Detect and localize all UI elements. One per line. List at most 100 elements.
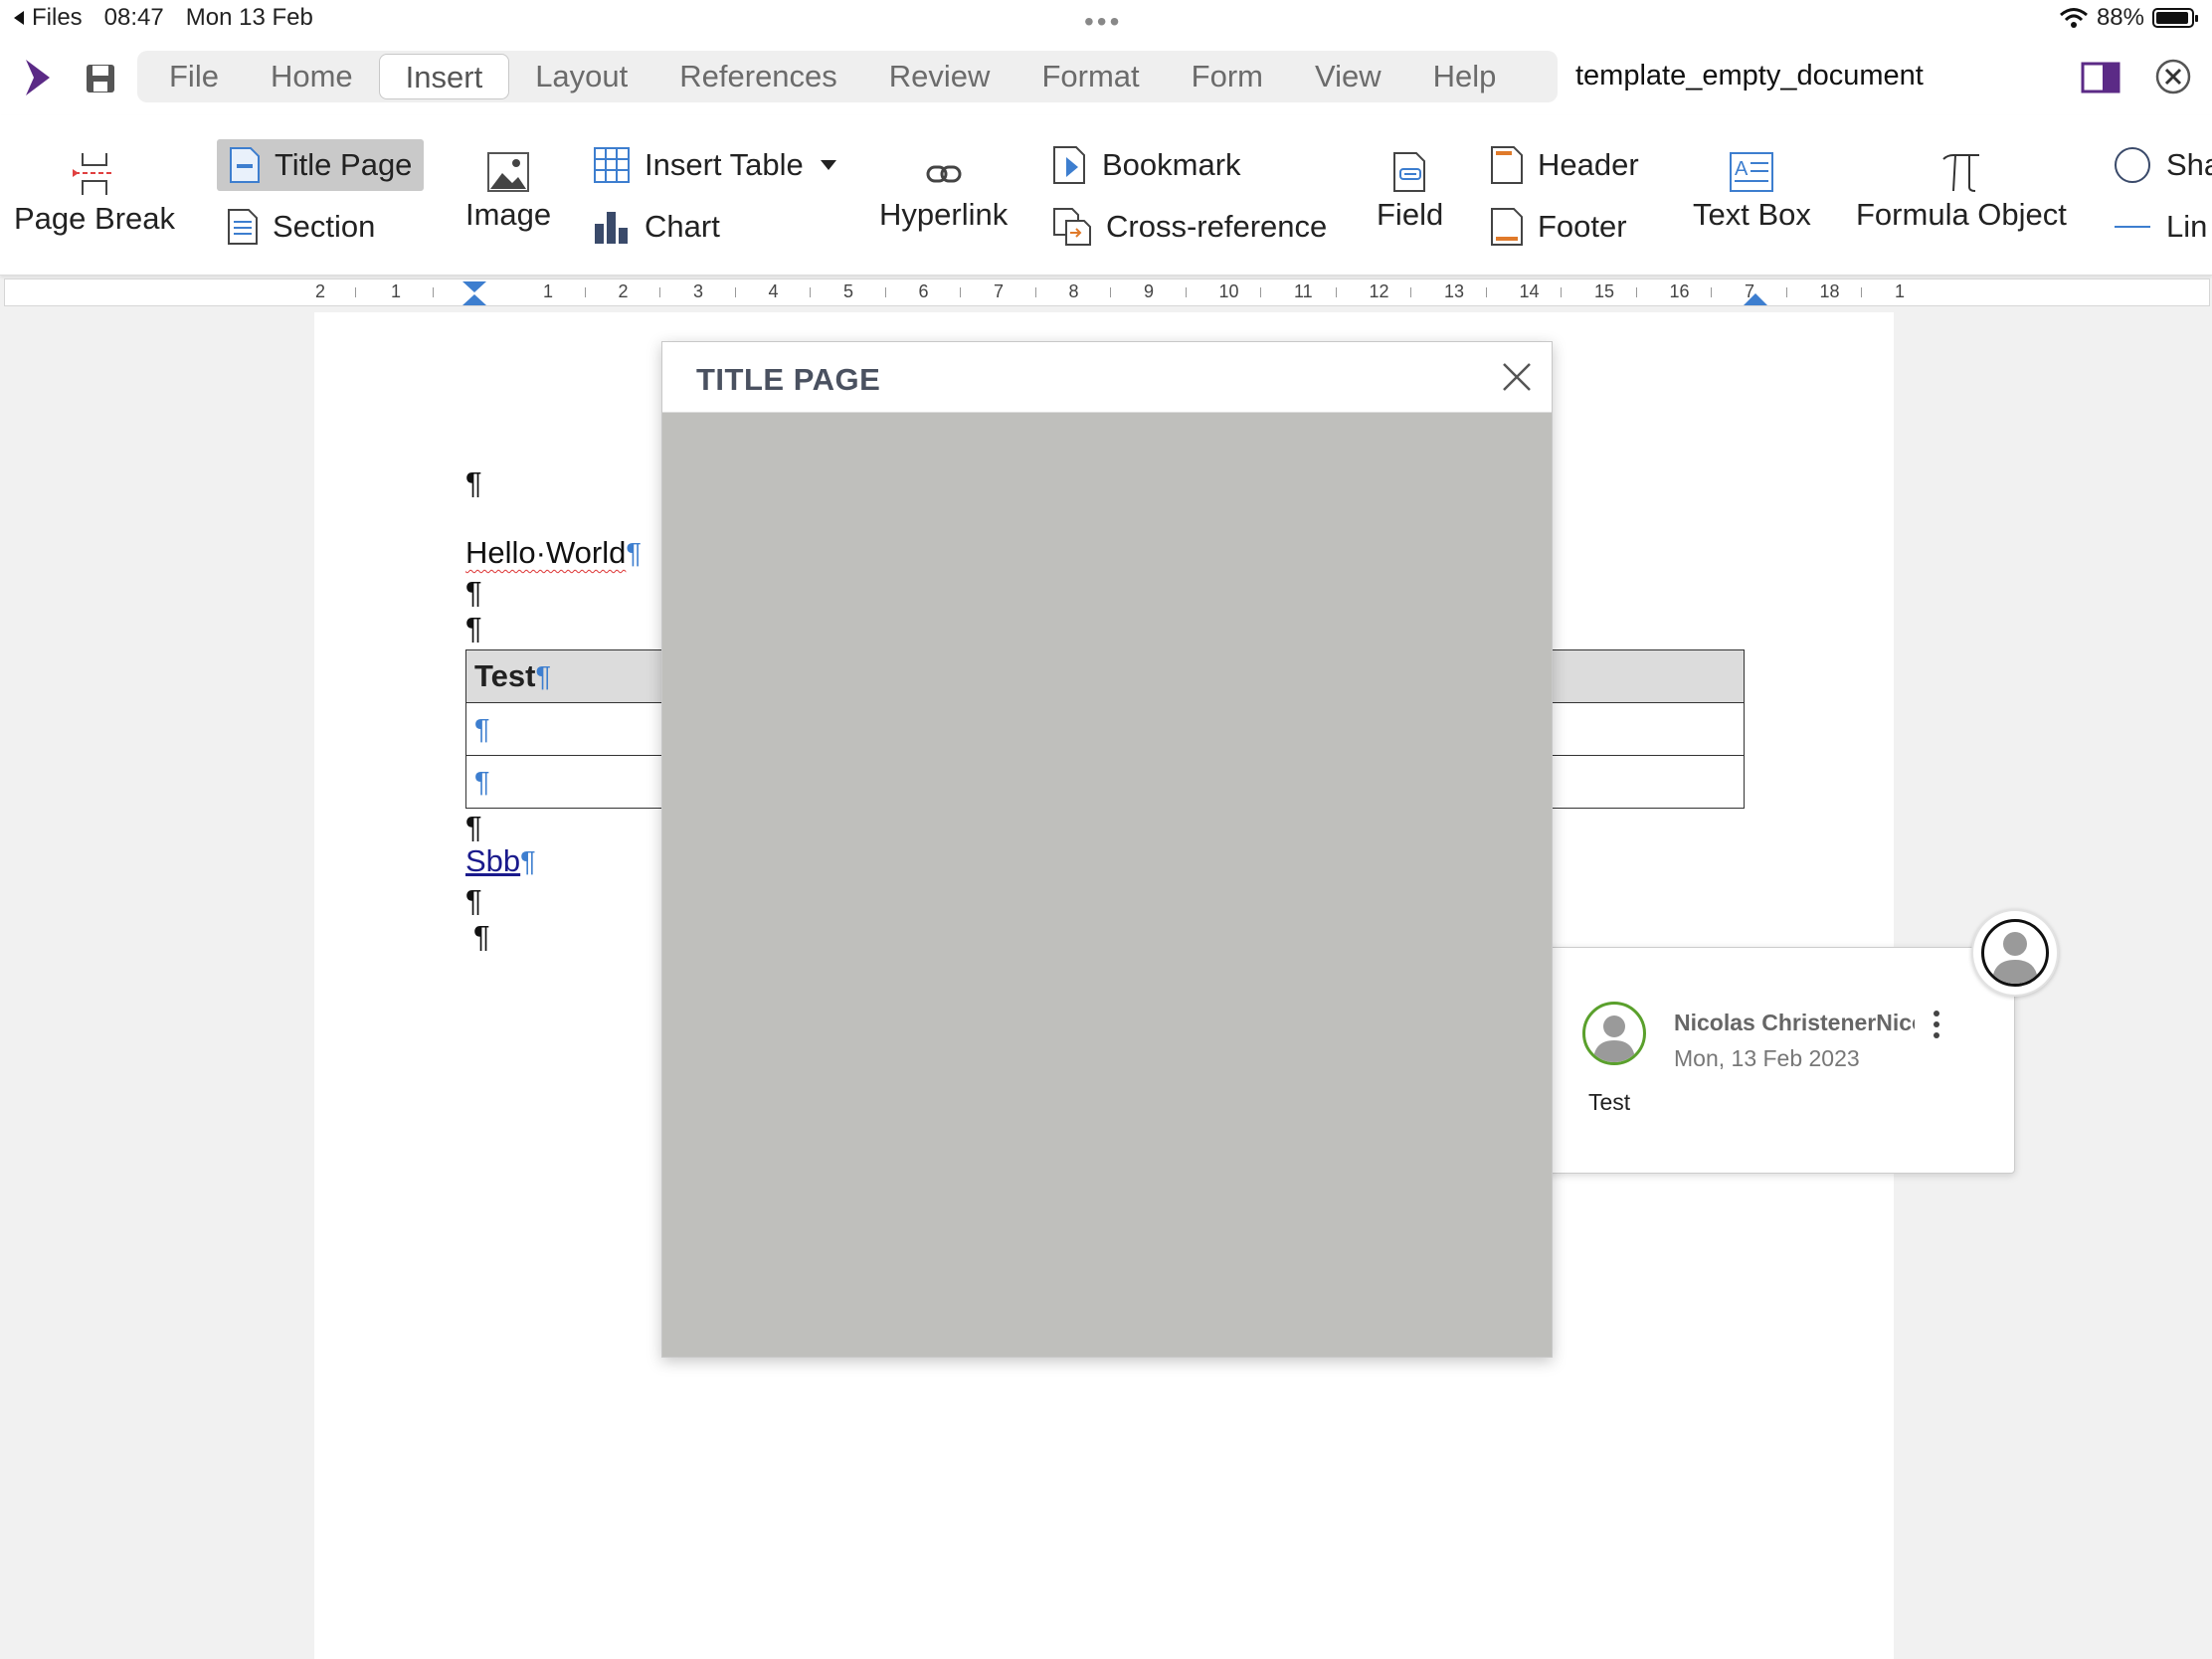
empty-paragraph[interactable]: ¶ (465, 575, 482, 611)
ruler-tick (659, 287, 661, 297)
link-paragraph[interactable]: Sbb¶ (465, 843, 536, 879)
menu-bar: File Home Insert Layout References Revie… (0, 40, 2212, 115)
title-page-dialog: TITLE PAGE (661, 341, 1553, 1358)
battery-percent: 88% (2096, 4, 2144, 31)
ruler-label: 10 (1218, 281, 1239, 301)
link-icon (926, 165, 962, 183)
empty-paragraph[interactable]: ¶ (473, 919, 490, 955)
ruler-label: 9 (1144, 281, 1155, 301)
hello-world-text: Hello·World (465, 535, 627, 570)
ruler-tick (960, 287, 962, 297)
ios-status-bar: Files 08:47 Mon 13 Feb ••• 88% (0, 0, 2212, 40)
section-button[interactable]: Section (227, 201, 375, 253)
menu-home[interactable]: Home (245, 54, 379, 99)
ruler-tick (1110, 287, 1112, 297)
pilcrow-mark: ¶ (535, 661, 552, 693)
menu-view[interactable]: View (1289, 54, 1407, 99)
ruler-tick (1335, 287, 1337, 297)
image-icon (487, 152, 530, 192)
ruler-label: 11 (1294, 281, 1313, 301)
app-logo-icon[interactable] (22, 58, 54, 97)
chart-label: Chart (645, 209, 720, 244)
field-label: Field (1377, 197, 1444, 232)
comment-card[interactable]: Nicolas ChristenerNicolas Christener Mon… (1526, 947, 2015, 1174)
save-icon[interactable] (84, 62, 117, 95)
field-button[interactable]: Field (1377, 151, 1443, 233)
ruler-label: 4 (768, 281, 779, 301)
empty-paragraph[interactable]: ¶ (465, 883, 482, 919)
wifi-icon (2059, 8, 2088, 28)
empty-paragraph[interactable]: ¶ (465, 611, 482, 646)
menu-file[interactable]: File (143, 54, 245, 99)
ruler-tick (432, 287, 434, 297)
line-label: Lin (2166, 209, 2208, 244)
ruler-label: 1 (391, 281, 402, 301)
title-page-button[interactable]: Title Page (217, 139, 425, 191)
image-button[interactable]: Image (465, 151, 551, 233)
menu-help[interactable]: Help (1407, 54, 1523, 99)
sidebar-toggle-icon[interactable] (2081, 62, 2120, 93)
ruler-label: 2 (618, 281, 629, 301)
chevron-down-icon[interactable] (820, 159, 837, 171)
cross-reference-label: Cross-reference (1106, 209, 1328, 244)
bookmark-button[interactable]: Bookmark (1052, 139, 1241, 191)
left-indent-marker-icon[interactable] (461, 279, 488, 307)
ruler-label: 1 (1895, 281, 1906, 301)
footer-button[interactable]: Footer (1490, 201, 1627, 253)
back-to-files-button[interactable]: Files (12, 4, 83, 32)
close-document-icon[interactable] (2154, 58, 2192, 95)
document-title: template_empty_document (1575, 60, 1924, 92)
current-user-avatar[interactable] (1971, 909, 2059, 997)
page-break-icon (73, 153, 114, 195)
empty-paragraph[interactable]: ¶ (465, 465, 482, 501)
menu-insert[interactable]: Insert (378, 54, 510, 99)
hyperlink-label: Hyperlink (879, 197, 1009, 232)
ruler-tick (1785, 287, 1787, 297)
page-break-label: Page Break (14, 201, 175, 236)
pilcrow-mark: ¶ (626, 538, 642, 570)
title-page-label: Title Page (275, 147, 413, 182)
formula-object-button[interactable]: Formula Object (1856, 151, 2067, 233)
cross-reference-button[interactable]: Cross-reference (1052, 201, 1327, 253)
ruler-tick (584, 287, 586, 297)
document-hyperlink[interactable]: Sbb (465, 843, 520, 878)
shape-button[interactable]: Sha (2113, 139, 2212, 191)
menu-references[interactable]: References (653, 54, 863, 99)
table-header-text: Test (474, 658, 536, 693)
menu-format[interactable]: Format (1015, 54, 1165, 99)
close-icon[interactable] (1500, 360, 1534, 394)
page-break-button[interactable]: Page Break (14, 151, 175, 237)
hyperlink-button[interactable]: Hyperlink (879, 155, 1008, 233)
dialog-content-area[interactable] (662, 413, 1552, 1357)
ruler-tick (1185, 287, 1187, 297)
insert-table-button[interactable]: Insert Table (593, 139, 837, 191)
header-button[interactable]: Header (1490, 139, 1639, 191)
cross-reference-icon (1053, 208, 1091, 246)
multitasking-dots-icon[interactable]: ••• (1084, 6, 1122, 38)
hello-world-paragraph[interactable]: Hello·World¶ (465, 535, 642, 571)
chart-button[interactable]: Chart (593, 201, 720, 253)
menu-review[interactable]: Review (863, 54, 1016, 99)
pilcrow-mark: ¶ (474, 767, 490, 799)
ruler-label: 18 (1819, 281, 1840, 301)
ruler-label: 13 (1444, 281, 1465, 301)
ruler-tick (1260, 287, 1262, 297)
menu-layout[interactable]: Layout (509, 54, 653, 99)
ruler-label: 3 (693, 281, 704, 301)
menu-form[interactable]: Form (1166, 54, 1289, 99)
ruler-label: 7 (994, 281, 1005, 301)
ruler-label: 8 (1068, 281, 1079, 301)
line-button[interactable]: Lin (2113, 201, 2207, 253)
text-box-button[interactable]: A Text Box (1693, 151, 1811, 233)
ruler-tick (1034, 287, 1036, 297)
menu-tabs: File Home Insert Layout References Revie… (137, 51, 1558, 102)
empty-paragraph[interactable]: ¶ (465, 810, 482, 845)
ruler-tick (884, 287, 886, 297)
ruler-tick (355, 287, 356, 297)
horizontal-ruler[interactable]: 2 1 1 2 3 4 5 6 7 8 9 10 11 12 13 14 15 16 7 18 1 (4, 278, 2210, 306)
ruler-label: 6 (918, 281, 929, 301)
ruler-tick (1410, 287, 1412, 297)
more-options-icon[interactable] (1931, 1010, 1942, 1039)
footer-icon (1491, 208, 1523, 246)
status-date: Mon 13 Feb (185, 4, 313, 31)
